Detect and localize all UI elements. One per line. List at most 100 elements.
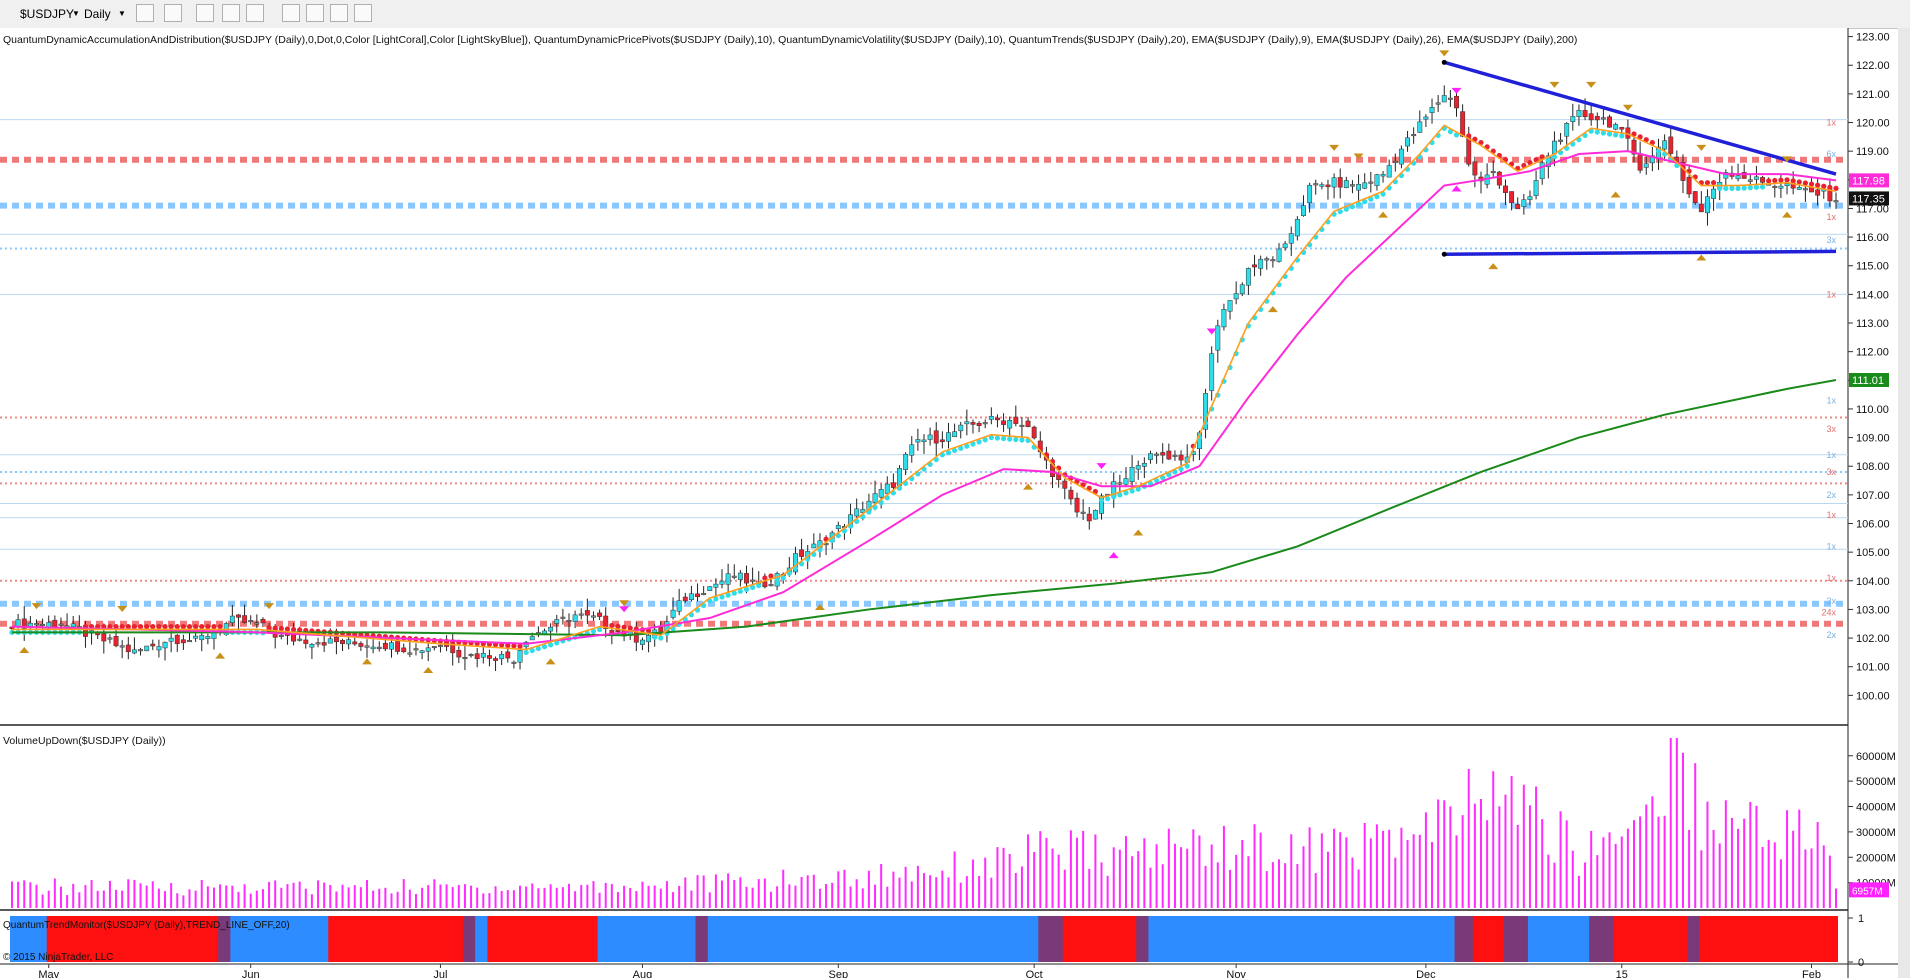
candle-body <box>1350 184 1355 187</box>
candle-body <box>180 639 186 644</box>
trend-dot <box>186 624 193 630</box>
candle-body <box>872 493 878 503</box>
pointer-icon[interactable] <box>222 4 240 22</box>
candle-body <box>462 657 468 660</box>
candle-body <box>897 468 902 486</box>
candle-body <box>1080 511 1086 514</box>
trend-dot <box>180 624 186 630</box>
trend-dot <box>1723 185 1729 191</box>
trend-dot <box>144 624 150 630</box>
candle-body <box>468 654 474 657</box>
candle-body <box>493 658 498 661</box>
scrollbar <box>1898 28 1910 978</box>
candle-body <box>799 549 805 557</box>
trend-dot <box>199 624 205 630</box>
candle-body <box>1521 199 1527 207</box>
trend-dot <box>994 435 1001 441</box>
zoom-icon[interactable] <box>246 4 264 22</box>
strategy-icon[interactable] <box>354 4 372 22</box>
candle-body <box>744 573 749 584</box>
candle-body <box>1802 188 1808 191</box>
candle-body <box>1490 171 1496 174</box>
candle-body <box>1637 153 1643 171</box>
level-count-label: 6x <box>1826 149 1836 159</box>
x-tick-label: Nov <box>1226 969 1246 978</box>
draw-pencil-icon[interactable] <box>164 4 182 22</box>
candle-body <box>1325 184 1331 188</box>
candle-body <box>480 653 486 658</box>
level-count-label: 3x <box>1826 467 1836 477</box>
chart-toolbar: $USDJPY ▼ Daily ▼ <box>0 0 1910 29</box>
trend-segment <box>1589 916 1618 962</box>
trend-dot <box>205 624 211 630</box>
trend-dot <box>1000 435 1007 442</box>
trend-dot <box>1007 436 1013 442</box>
level-count-label: 1x <box>1826 541 1836 551</box>
candle-body <box>333 636 339 643</box>
volume-tick-label: 40000M <box>1856 802 1896 814</box>
y-tick-label: 106.00 <box>1856 519 1890 531</box>
y-tick-label: 101.00 <box>1856 662 1890 674</box>
y-tick-label: 114.00 <box>1856 289 1889 301</box>
x-tick-label: Aug <box>633 969 653 978</box>
y-tick-label: 121.00 <box>1856 89 1890 101</box>
last-price-label: 117.98 <box>1852 175 1885 187</box>
candle-body <box>1472 161 1478 176</box>
chevron-down-icon: ▼ <box>72 9 80 18</box>
candle-body <box>1588 113 1594 121</box>
candle-body <box>1270 259 1276 262</box>
crosshair-icon[interactable] <box>196 4 214 22</box>
candle-body <box>725 573 731 585</box>
candle-body <box>119 645 125 648</box>
instrument-selector[interactable]: $USDJPY ▼ <box>6 4 80 24</box>
candle-body <box>1086 513 1092 522</box>
level-count-label: 2x <box>1826 630 1836 640</box>
candle-body <box>1331 177 1337 188</box>
trend-dot <box>131 624 138 630</box>
level-count-label: 1x <box>1826 510 1836 520</box>
trend-tick-label: 1 <box>1858 913 1864 925</box>
candle-body <box>1423 116 1429 120</box>
candle-body <box>713 583 719 588</box>
candle-body <box>1435 102 1441 105</box>
candle-body <box>701 593 707 596</box>
candle-body <box>34 623 39 626</box>
trend-segment <box>1699 916 1838 962</box>
volume-tick-label: 20000M <box>1856 852 1896 864</box>
candle-body <box>1570 116 1576 122</box>
candle-body <box>1301 205 1306 216</box>
candle-body <box>1129 466 1135 482</box>
price-chart[interactable]: 123.00122.00121.00120.00119.00118.00117.… <box>0 28 1910 978</box>
candle-body <box>431 646 437 649</box>
candle-body <box>52 619 58 628</box>
candle-body <box>566 619 572 622</box>
trend-dot <box>284 626 291 632</box>
y-tick-label: 100.00 <box>1856 690 1890 702</box>
trend-segment <box>1062 916 1141 962</box>
x-tick-label: 15 <box>1616 969 1628 978</box>
trend-dot <box>1013 436 1019 443</box>
interval-selector[interactable]: Daily ▼ <box>80 4 126 24</box>
candle-body <box>1154 453 1160 456</box>
bar-type-icon[interactable] <box>136 4 154 22</box>
candle-body <box>1178 454 1184 461</box>
candle-body <box>1141 463 1147 467</box>
candle-body <box>584 610 590 616</box>
candle-body <box>1276 248 1282 262</box>
candle-body <box>1019 424 1025 427</box>
candle-body <box>1013 416 1019 424</box>
trend-dot <box>1729 185 1735 191</box>
candle-body <box>1698 203 1704 213</box>
candle-body <box>370 646 376 650</box>
chart-style-icon[interactable] <box>306 4 324 22</box>
candle-body <box>1796 187 1802 190</box>
candle-body <box>1362 182 1368 189</box>
candle-body <box>1319 184 1325 187</box>
trend-dot <box>1753 184 1760 190</box>
candle-body <box>321 642 327 646</box>
candle-body <box>1686 176 1692 195</box>
properties-icon[interactable] <box>330 4 348 22</box>
candle-body <box>1148 453 1153 460</box>
data-box-icon[interactable] <box>282 4 300 22</box>
candle-body <box>762 581 768 588</box>
